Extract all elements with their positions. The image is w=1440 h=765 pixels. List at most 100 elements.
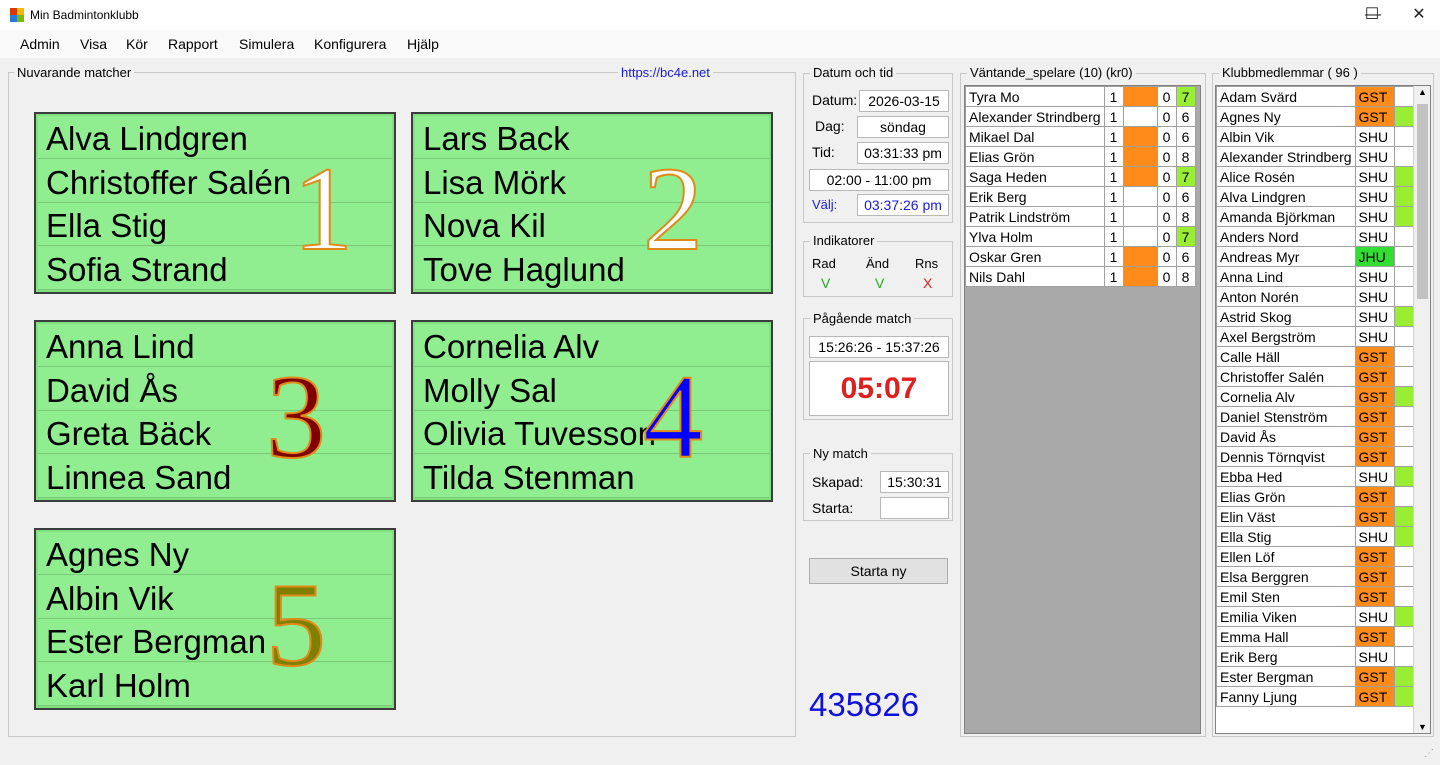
- choose-time-field[interactable]: 03:37:26 pm: [857, 194, 949, 216]
- date-field[interactable]: 2026-03-15: [859, 90, 949, 112]
- time-field[interactable]: 03:31:33 pm: [857, 142, 949, 164]
- time-range-field[interactable]: 02:00 - 11:00 pm: [809, 169, 949, 191]
- scroll-down-icon[interactable]: ▼: [1414, 722, 1430, 732]
- member-row[interactable]: David Ås GST: [1216, 426, 1416, 447]
- waiting-player-row[interactable]: Oskar Gren 1 0 6: [965, 246, 1196, 267]
- scroll-thumb[interactable]: [1417, 104, 1428, 299]
- court-player-name[interactable]: Albin Vik: [38, 576, 392, 619]
- court-player-name[interactable]: Nova Kil: [415, 203, 769, 246]
- court-1[interactable]: Alva Lindgren Christoffer Salén Ella Stig S…: [34, 112, 396, 294]
- member-type-badge: SHU: [1354, 646, 1395, 667]
- member-status-cell: [1393, 686, 1416, 707]
- waiting-player-row[interactable]: Mikael Dal 1 0 6: [965, 126, 1196, 147]
- member-row[interactable]: Anna Lind SHU: [1216, 266, 1416, 287]
- member-row[interactable]: Calle Häll GST: [1216, 346, 1416, 367]
- member-name: Fanny Ljung: [1216, 686, 1356, 707]
- member-row[interactable]: Anders Nord SHU: [1216, 226, 1416, 247]
- court-player-name[interactable]: Ester Bergman: [38, 619, 392, 662]
- waiting-player-row[interactable]: Ylva Holm 1 0 7: [965, 226, 1196, 247]
- court-4[interactable]: Cornelia Alv Molly Sal Olivia Tuvesson Tild…: [411, 320, 773, 502]
- member-status-cell: [1393, 386, 1416, 407]
- member-row[interactable]: Alva Lindgren SHU: [1216, 186, 1416, 207]
- waiting-player-row[interactable]: Erik Berg 1 0 6: [965, 186, 1196, 207]
- member-row[interactable]: Adam Svärd GST: [1216, 86, 1416, 107]
- close-button[interactable]: ✕: [1396, 0, 1440, 30]
- waiting-player-row[interactable]: Nils Dahl 1 0 8: [965, 266, 1196, 287]
- member-row[interactable]: Alice Rosén SHU: [1216, 166, 1416, 187]
- member-row[interactable]: Elsa Berggren GST: [1216, 566, 1416, 587]
- court-player-name[interactable]: Lars Back: [415, 116, 769, 159]
- waiting-cell-name: Patrik Lindström: [965, 206, 1105, 227]
- menu-rapport[interactable]: Rapport: [168, 36, 218, 52]
- court-player-name[interactable]: Lisa Mörk: [415, 160, 769, 203]
- member-row[interactable]: Axel Bergström SHU: [1216, 326, 1416, 347]
- member-status-cell: [1393, 346, 1416, 367]
- member-row[interactable]: Dennis Törnqvist GST: [1216, 446, 1416, 467]
- member-row[interactable]: Andreas Myr JHU: [1216, 246, 1416, 267]
- member-row[interactable]: Ester Bergman GST: [1216, 666, 1416, 687]
- court-5[interactable]: Agnes Ny Albin Vik Ester Bergman Karl Holm 5: [34, 528, 396, 710]
- court-player-name[interactable]: Cornelia Alv: [415, 324, 769, 367]
- member-row[interactable]: Christoffer Salén GST: [1216, 366, 1416, 387]
- menu-visa[interactable]: Visa: [80, 36, 107, 52]
- start-label: Starta:: [812, 500, 854, 516]
- members-list-panel[interactable]: Adam Svärd GST Agnes Ny GST Albin Vik SHU Alex…: [1215, 85, 1431, 734]
- member-status-cell: [1393, 546, 1416, 567]
- member-row[interactable]: Erik Berg SHU: [1216, 646, 1416, 667]
- start-new-button[interactable]: Starta ny: [809, 558, 948, 584]
- menu-konfigurera[interactable]: Konfigurera: [314, 36, 386, 52]
- maximize-button[interactable]: ☐: [1349, 0, 1395, 30]
- member-row[interactable]: Emil Sten GST: [1216, 586, 1416, 607]
- court-number: 5: [265, 558, 327, 691]
- member-row[interactable]: Emilia Viken SHU: [1216, 606, 1416, 627]
- menu-admin[interactable]: Admin: [20, 36, 60, 52]
- member-row[interactable]: Agnes Ny GST: [1216, 106, 1416, 127]
- minimize-button-area[interactable]: [1302, 0, 1348, 30]
- menu-simulera[interactable]: Simulera: [239, 36, 294, 52]
- member-row[interactable]: Ebba Hed SHU: [1216, 466, 1416, 487]
- court-player-name[interactable]: Linnea Sand: [38, 455, 392, 498]
- member-row[interactable]: Astrid Skog SHU: [1216, 306, 1416, 327]
- member-row[interactable]: Amanda Björkman SHU: [1216, 206, 1416, 227]
- day-field[interactable]: söndag: [857, 116, 949, 138]
- court-player-name[interactable]: Anna Lind: [38, 324, 392, 367]
- waiting-player-row[interactable]: Patrik Lindström 1 0 8: [965, 206, 1196, 227]
- member-row[interactable]: Daniel Stenström GST: [1216, 406, 1416, 427]
- waiting-player-row[interactable]: Saga Heden 1 0 7: [965, 166, 1196, 187]
- members-scrollbar[interactable]: ▲ ▼: [1413, 86, 1430, 733]
- member-type-badge: GST: [1354, 366, 1395, 387]
- court-2[interactable]: Lars Back Lisa Mörk Nova Kil Tove Haglund 2: [411, 112, 773, 294]
- member-row[interactable]: Elias Grön GST: [1216, 486, 1416, 507]
- court-player-name[interactable]: Molly Sal: [415, 368, 769, 411]
- member-row[interactable]: Alexander Strindberg SHU: [1216, 146, 1416, 167]
- member-row[interactable]: Elin Väst GST: [1216, 506, 1416, 527]
- court-player-name[interactable]: David Ås: [38, 368, 392, 411]
- start-field[interactable]: [880, 497, 949, 519]
- member-name: Elsa Berggren: [1216, 566, 1356, 587]
- member-row[interactable]: Ella Stig SHU: [1216, 526, 1416, 547]
- member-row[interactable]: Emma Hall GST: [1216, 626, 1416, 647]
- member-type-badge: SHU: [1354, 606, 1395, 627]
- website-link[interactable]: https://bc4e.net: [618, 65, 713, 80]
- member-row[interactable]: Fanny Ljung GST: [1216, 686, 1416, 707]
- member-row[interactable]: Anton Norén SHU: [1216, 286, 1416, 307]
- member-status-cell: [1393, 206, 1416, 227]
- waiting-player-row[interactable]: Elias Grön 1 0 8: [965, 146, 1196, 167]
- court-player-name[interactable]: Agnes Ny: [38, 532, 392, 575]
- court-player-name[interactable]: Greta Bäck: [38, 411, 392, 454]
- menu-hjalp[interactable]: Hjälp: [407, 36, 439, 52]
- member-row[interactable]: Albin Vik SHU: [1216, 126, 1416, 147]
- court-player-name[interactable]: Tove Haglund: [415, 247, 769, 290]
- scroll-up-icon[interactable]: ▲: [1414, 87, 1430, 97]
- waiting-player-row[interactable]: Tyra Mo 1 0 7: [965, 86, 1196, 107]
- menu-kor[interactable]: Kör: [126, 36, 148, 52]
- court-3[interactable]: Anna Lind David Ås Greta Bäck Linnea Sand 3: [34, 320, 396, 502]
- member-row[interactable]: Ellen Löf GST: [1216, 546, 1416, 567]
- court-player-name[interactable]: Olivia Tuvesson: [415, 411, 769, 454]
- court-player-name[interactable]: Karl Holm: [38, 663, 392, 706]
- member-status-cell: [1393, 266, 1416, 287]
- member-row[interactable]: Cornelia Alv GST: [1216, 386, 1416, 407]
- court-player-name[interactable]: Tilda Stenman: [415, 455, 769, 498]
- resize-grip-icon[interactable]: ⋰: [1424, 748, 1434, 759]
- waiting-player-row[interactable]: Alexander Strindberg 1 0 6: [965, 106, 1196, 127]
